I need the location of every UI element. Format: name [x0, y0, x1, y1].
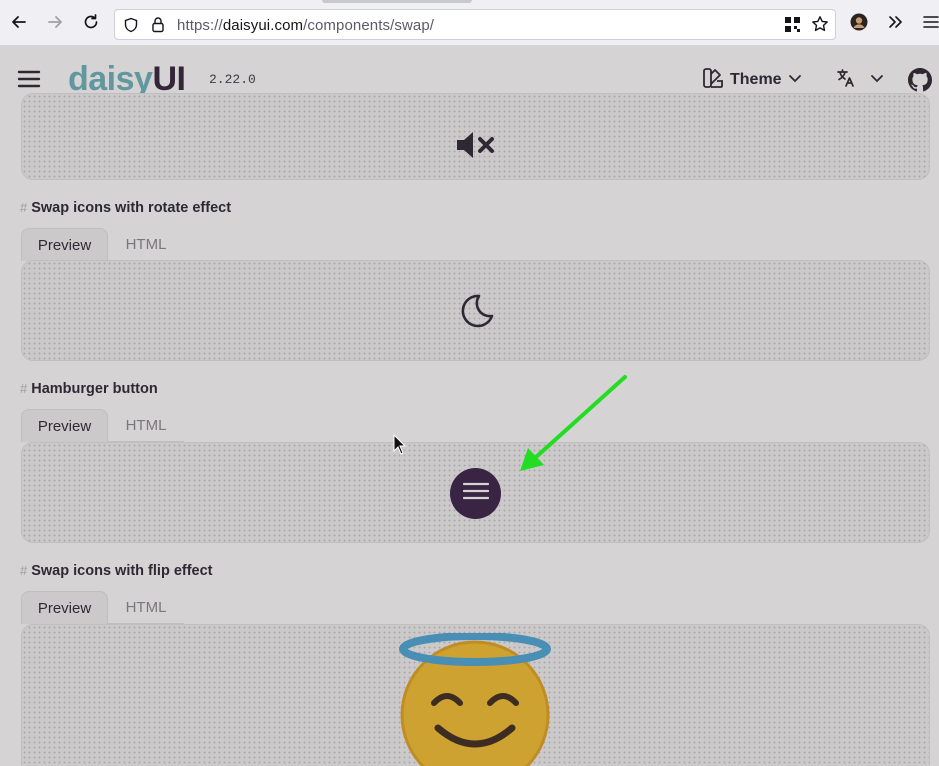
- annotation-arrow-layer: [393, 375, 627, 471]
- mouse-cursor-icon: [393, 433, 407, 455]
- green-arrow-annotation: [520, 375, 627, 471]
